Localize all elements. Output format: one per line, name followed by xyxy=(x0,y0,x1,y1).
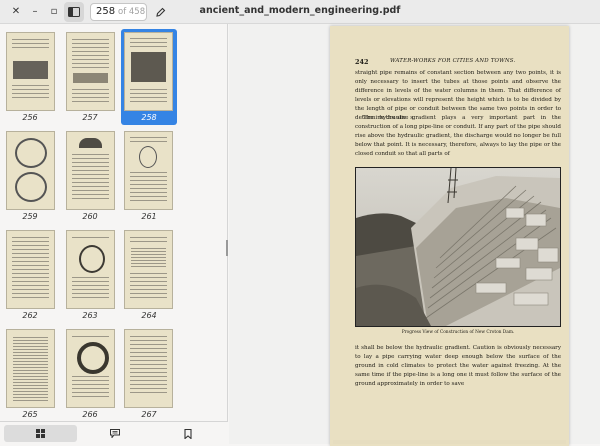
page-thumbnail-264[interactable] xyxy=(124,230,173,309)
dam-construction-image xyxy=(356,168,560,326)
page-thumbnail-261[interactable] xyxy=(124,131,173,210)
dam-photograph xyxy=(355,167,561,327)
page-thumbnail-258[interactable] xyxy=(124,32,173,111)
thumbnail-label: 258 xyxy=(141,113,157,122)
page-thumbnail-262[interactable] xyxy=(6,230,55,309)
thumbnail-label: 259 xyxy=(22,212,38,221)
page-thumbnail-256[interactable] xyxy=(6,32,55,111)
comment-icon xyxy=(109,429,120,438)
document-title: ancient_and_modern_engineering.pdf xyxy=(199,5,401,16)
thumbnail-label: 261 xyxy=(141,212,157,221)
thumbnail-label: 267 xyxy=(141,410,157,419)
document-view[interactable]: 242 WATER-WORKS FOR CITIES AND TOWNS. st… xyxy=(229,24,600,446)
annotations-view-button[interactable] xyxy=(78,425,151,442)
thumbnail-label: 256 xyxy=(22,113,38,122)
thumbnails-view-button[interactable] xyxy=(4,425,77,442)
page-thumbnail-265[interactable] xyxy=(6,329,55,408)
bookmarks-view-button[interactable] xyxy=(151,425,224,442)
thumbnail-label: 264 xyxy=(141,311,157,320)
page-thumbnail-259[interactable] xyxy=(6,131,55,210)
paragraph: it shall be below the hydraulic gradient… xyxy=(355,345,561,387)
sidebar-mode-switcher xyxy=(0,421,228,445)
bookmark-icon xyxy=(183,428,192,439)
pdf-page: 242 WATER-WORKS FOR CITIES AND TOWNS. st… xyxy=(330,26,569,446)
paragraph: The hydraulic gradient plays a very impo… xyxy=(355,115,561,157)
thumbnail-label: 257 xyxy=(82,113,98,122)
page-thumbnail-257[interactable] xyxy=(66,32,115,111)
thumbnail-label: 266 xyxy=(82,410,98,419)
thumbnail-sidebar: 256 257 258 259 260 261 262 263 264 265 … xyxy=(0,24,228,444)
page-thumbnail-267[interactable] xyxy=(124,329,173,408)
next-page-edge xyxy=(333,440,566,444)
running-head: WATER-WORKS FOR CITIES AND TOWNS. xyxy=(390,58,516,64)
thumbnail-label: 260 xyxy=(82,212,98,221)
thumbnail-label: 263 xyxy=(82,311,98,320)
page-thumbnail-266[interactable] xyxy=(66,329,115,408)
header-bar: ✕ – ▫ 258 of 458 ancient_and_modern_engi… xyxy=(0,0,600,24)
page-number: 242 xyxy=(355,58,369,66)
grid-icon xyxy=(36,429,45,438)
figure-caption: Progress View of Construction of New Cro… xyxy=(401,330,515,335)
page-thumbnail-263[interactable] xyxy=(66,230,115,309)
thumbnail-label: 262 xyxy=(22,311,38,320)
thumbnail-label: 265 xyxy=(22,410,38,419)
page-thumbnail-260[interactable] xyxy=(66,131,115,210)
pane-resize-handle[interactable] xyxy=(226,240,228,256)
